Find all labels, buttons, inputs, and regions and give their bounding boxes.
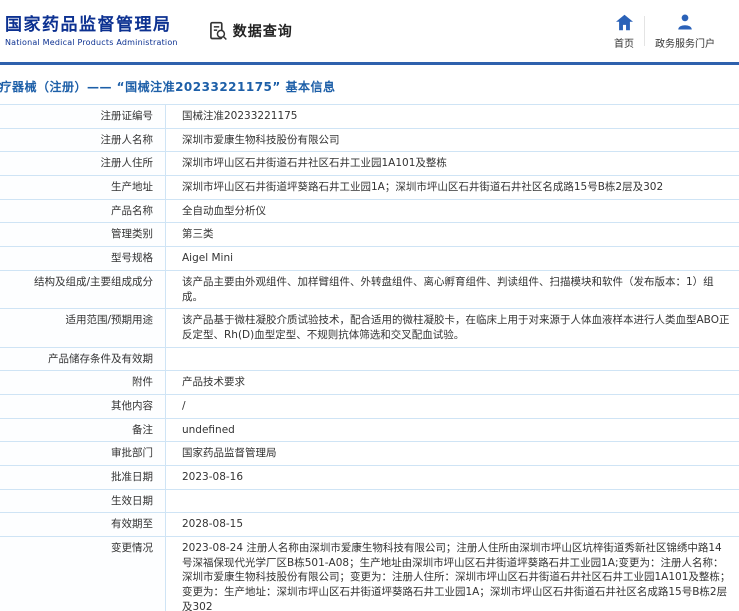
page-title-wrap: 医疗器械（注册）—— “国械注准20233221175” 基本信息	[0, 65, 739, 104]
data-query-section: 数据查询	[208, 21, 293, 41]
agency-name-en: National Medical Products Administration	[5, 37, 178, 47]
row-label: 注册人住所	[0, 152, 166, 176]
table-row: 生效日期	[0, 489, 739, 514]
row-label: 生效日期	[0, 489, 166, 513]
row-value: undefined	[182, 423, 235, 436]
table-row: 备注 undefined	[0, 418, 739, 443]
row-value: 深圳市坪山区石井街道石井社区石井工业园1A101及整栋	[182, 157, 447, 170]
table-row: 结构及组成/主要组成成分 该产品主要由外观组件、加样臂组件、外转盘组件、离心孵育…	[0, 270, 739, 310]
row-label: 产品储存条件及有效期	[0, 347, 166, 371]
row-label: 产品名称	[0, 199, 166, 223]
data-query-label: 数据查询	[232, 24, 293, 40]
table-row: 生产地址 深圳市坪山区石井街道坪葵路石井工业园1A；深圳市坪山区石井街道石井社区…	[0, 176, 739, 200]
page-title: 医疗器械（注册）—— “国械注准20233221175” 基本信息	[0, 80, 336, 94]
nav-home-label: 首页	[614, 38, 634, 50]
row-value: 全自动血型分析仪	[182, 204, 266, 217]
row-value: 该产品主要由外观组件、加样臂组件、外转盘组件、离心孵育组件、判读组件、扫描模块和…	[182, 275, 714, 303]
row-label: 审批部门	[0, 442, 166, 465]
table-row: 适用范围/预期用途 该产品基于微柱凝胶介质试验技术，配合适用的微柱凝胶卡，在临床…	[0, 309, 739, 348]
table-row: 型号规格 Aigel Mini	[0, 247, 739, 271]
row-value: 深圳市爱康生物科技股份有限公司	[182, 133, 340, 146]
data-query-icon	[208, 21, 228, 41]
row-value: 2023-08-16	[182, 471, 244, 483]
row-value: 国家药品监督管理局	[182, 447, 277, 460]
row-value: Aigel Mini	[182, 252, 234, 265]
info-table: 注册证编号 国械注准20233221175 注册人名称 深圳市爱康生物科技股份有…	[0, 104, 739, 611]
row-value: 深圳市坪山区石井街道坪葵路石井工业园1A；深圳市坪山区石井街道石井社区名成路15…	[182, 181, 664, 194]
table-row: 附件 产品技术要求	[0, 371, 739, 395]
row-label: 适用范围/预期用途	[0, 309, 166, 347]
row-value: 第三类	[182, 228, 214, 241]
table-row: 变更情况 2023-08-24 注册人名称由深圳市爱康生物科技有限公司；注册人住…	[0, 537, 739, 611]
row-value: 该产品基于微柱凝胶介质试验技术，配合适用的微柱凝胶卡，在临床上用于对来源于人体血…	[182, 314, 730, 341]
row-label: 管理类别	[0, 223, 166, 247]
row-value: /	[182, 399, 186, 412]
row-label: 注册证编号	[0, 105, 166, 128]
table-row: 注册证编号 国械注准20233221175	[0, 105, 739, 129]
row-label: 注册人名称	[0, 128, 166, 152]
row-label: 附件	[0, 371, 166, 394]
table-row: 其他内容 /	[0, 394, 739, 419]
row-value: 2023-08-24 注册人名称由深圳市爱康生物科技有限公司；注册人住所由深圳市…	[182, 542, 731, 611]
nav-portal[interactable]: 政务服务门户	[645, 13, 725, 50]
home-icon	[615, 13, 634, 31]
row-label: 变更情况	[0, 537, 166, 611]
agency-logo: 国家药品监督管理局 National Medical Products Admi…	[5, 15, 178, 46]
row-label: 型号规格	[0, 247, 166, 270]
table-row: 管理类别 第三类	[0, 223, 739, 248]
table-row: 产品储存条件及有效期	[0, 347, 739, 372]
table-row: 有效期至 2028-08-15	[0, 513, 739, 538]
row-value: 国械注准20233221175	[182, 110, 298, 122]
nav-portal-label: 政务服务门户	[655, 38, 715, 50]
row-label: 其他内容	[0, 394, 166, 418]
row-value	[166, 348, 739, 371]
header: 国家药品监督管理局 National Medical Products Admi…	[0, 0, 739, 62]
row-label: 生产地址	[0, 176, 166, 199]
row-value: 2028-08-15	[182, 518, 244, 531]
agency-name: 国家药品监督管理局	[5, 15, 172, 36]
table-row: 注册人名称 深圳市爱康生物科技股份有限公司	[0, 128, 739, 153]
row-label: 批准日期	[0, 466, 166, 489]
table-row: 审批部门 国家药品监督管理局	[0, 442, 739, 466]
table-row: 批准日期 2023-08-16	[0, 466, 739, 490]
user-icon	[676, 13, 694, 31]
row-label: 结构及组成/主要组成成分	[0, 270, 166, 309]
table-row: 注册人住所 深圳市坪山区石井街道石井社区石井工业园1A101及整栋	[0, 152, 739, 177]
row-label: 有效期至	[0, 513, 166, 537]
row-label: 备注	[0, 418, 166, 442]
table-row: 产品名称 全自动血型分析仪	[0, 199, 739, 224]
row-value	[166, 490, 739, 513]
nav-home[interactable]: 首页	[604, 13, 644, 50]
row-value: 产品技术要求	[182, 376, 245, 389]
